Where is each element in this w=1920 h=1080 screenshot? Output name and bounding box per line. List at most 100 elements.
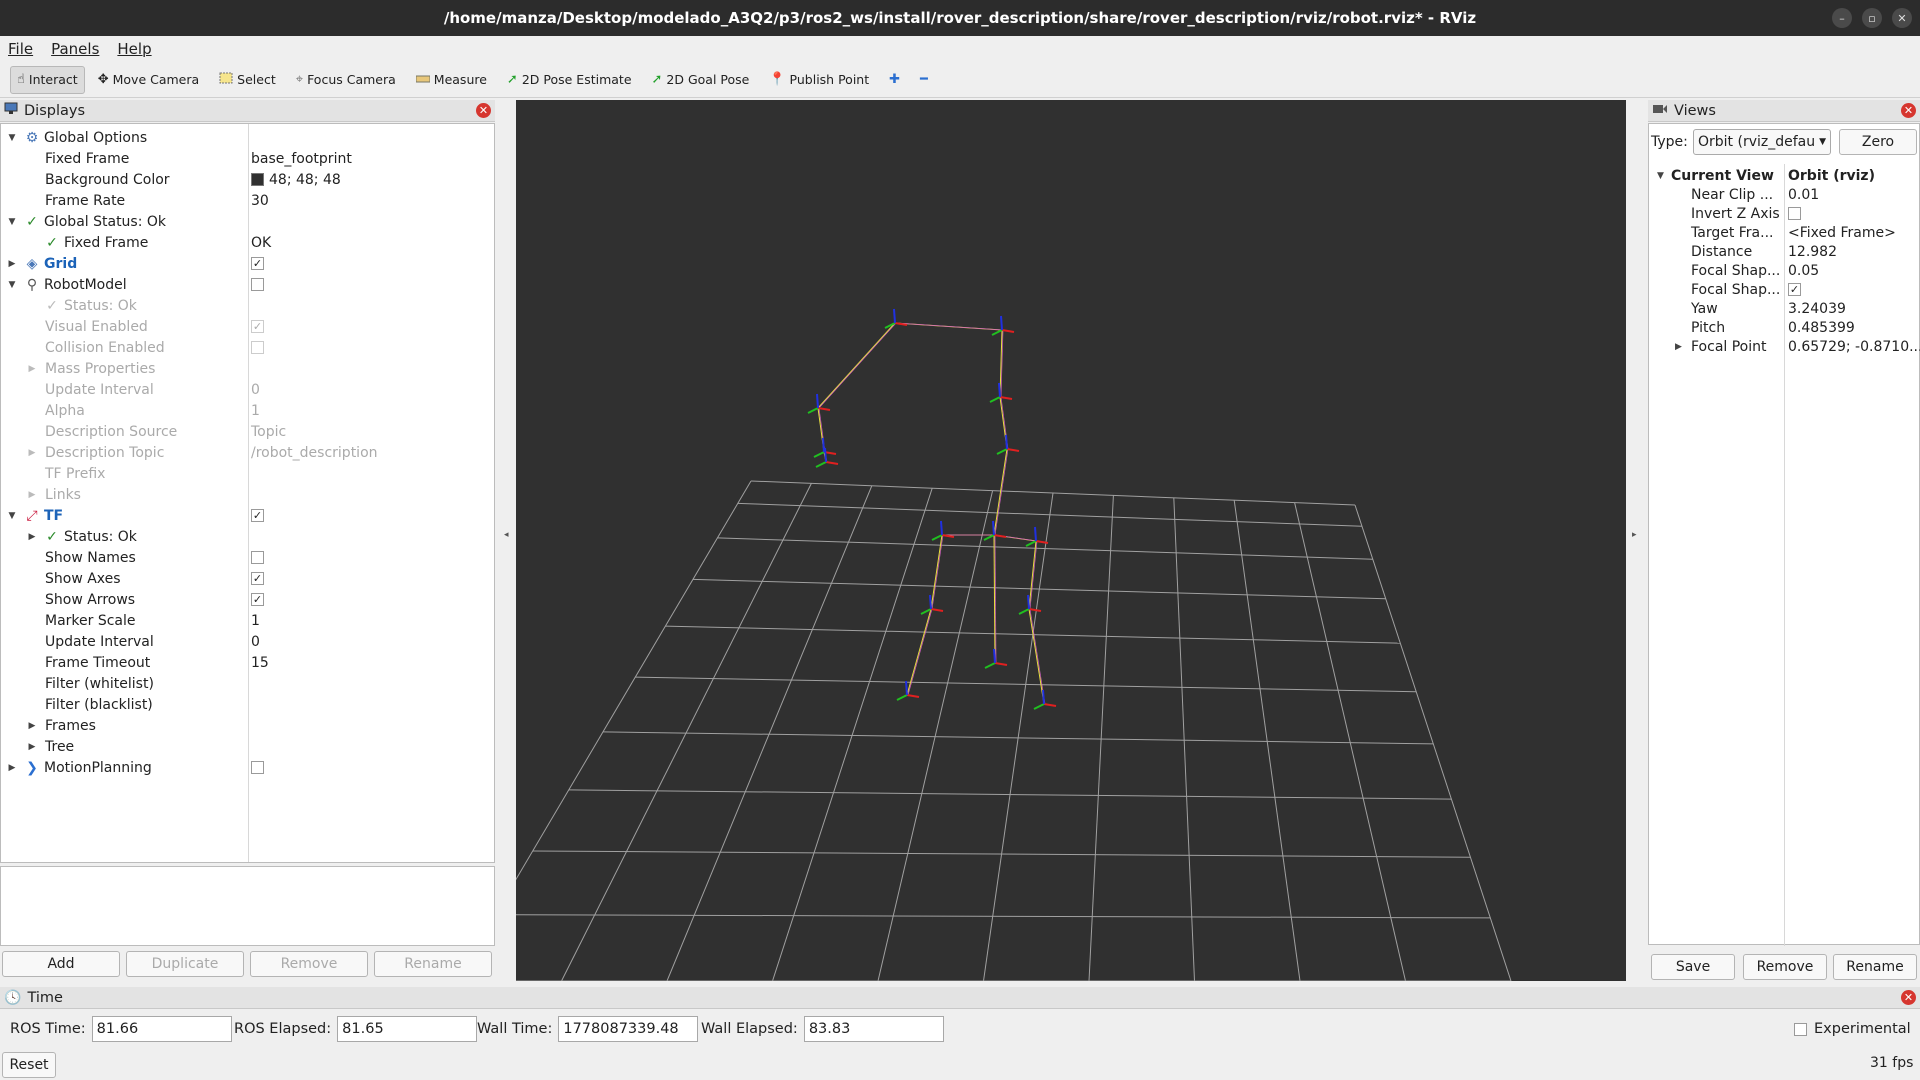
unchecked-checkbox[interactable] xyxy=(251,341,264,354)
experimental-toggle[interactable]: Experimental xyxy=(1794,1016,1911,1042)
display-tree-row[interactable]: Show Axes ✓ xyxy=(1,568,494,589)
display-row-value[interactable]: 1 xyxy=(251,403,260,419)
display-row-value[interactable]: 48; 48; 48 xyxy=(269,172,341,188)
unchecked-checkbox[interactable] xyxy=(1788,207,1801,220)
view-property-row[interactable]: Focal Shap... 0.05 xyxy=(1649,261,1920,280)
view-property-value[interactable]: Orbit (rviz) xyxy=(1788,168,1875,184)
view-property-row[interactable]: Invert Z Axis xyxy=(1649,204,1920,223)
view-property-row[interactable]: Target Fra... <Fixed Frame> xyxy=(1649,223,1920,242)
measure-tool[interactable]: Measure xyxy=(409,66,494,94)
rename-display-button[interactable]: Rename xyxy=(374,951,492,977)
display-row-value[interactable]: 0 xyxy=(251,382,260,398)
view-property-row[interactable]: ▼ Current View Orbit (rviz) xyxy=(1649,166,1920,185)
display-tree-row[interactable]: ✓ Fixed Frame OK xyxy=(1,232,494,253)
display-tree-row[interactable]: TF Prefix xyxy=(1,463,494,484)
close-window-button[interactable]: ✕ xyxy=(1892,8,1912,28)
checked-checkbox[interactable]: ✓ xyxy=(1788,283,1801,296)
display-tree-row[interactable]: Alpha 1 xyxy=(1,400,494,421)
checked-checkbox[interactable]: ✓ xyxy=(251,257,264,270)
display-tree-row[interactable]: Filter (whitelist) xyxy=(1,673,494,694)
expand-down-arrow-icon[interactable]: ▼ xyxy=(1657,171,1664,181)
display-row-value[interactable]: 30 xyxy=(251,193,269,209)
ros-elapsed-input[interactable]: 81.65 xyxy=(337,1016,478,1042)
display-row-value[interactable]: base_footprint xyxy=(251,151,352,167)
checked-checkbox[interactable]: ✓ xyxy=(251,593,264,606)
display-tree-row[interactable]: ▶ ❯ MotionPlanning xyxy=(1,757,494,778)
wall-elapsed-input[interactable]: 83.83 xyxy=(803,1016,944,1042)
display-tree-row[interactable]: Update Interval 0 xyxy=(1,379,494,400)
remove-tool-button[interactable]: ━ xyxy=(913,66,935,94)
display-tree-row[interactable]: ▼ ⤢ TF ✓ xyxy=(1,505,494,526)
expand-right-arrow-icon[interactable]: ▶ xyxy=(7,763,17,773)
view-property-row[interactable]: Near Clip ... 0.01 xyxy=(1649,185,1920,204)
expand-down-arrow-icon[interactable]: ▼ xyxy=(7,280,17,290)
close-panel-icon[interactable]: ✕ xyxy=(1901,103,1916,118)
add-display-button[interactable]: Add xyxy=(2,951,120,977)
experimental-checkbox[interactable] xyxy=(1794,1022,1807,1036)
expand-right-arrow-icon[interactable]: ▶ xyxy=(27,364,37,374)
display-tree-row[interactable]: ▼ ⚙ Global Options xyxy=(1,127,494,148)
display-tree-row[interactable]: ✓ Status: Ok xyxy=(1,295,494,316)
display-row-value[interactable]: OK xyxy=(251,235,271,251)
expand-right-arrow-icon[interactable]: ▶ xyxy=(27,532,37,542)
select-tool[interactable]: Select xyxy=(212,66,283,94)
checked-checkbox[interactable]: ✓ xyxy=(251,572,264,585)
display-tree-row[interactable]: Frame Rate 30 xyxy=(1,190,494,211)
unchecked-checkbox[interactable] xyxy=(251,761,264,774)
checked-checkbox[interactable]: ✓ xyxy=(251,509,264,522)
view-property-value[interactable]: 0.01 xyxy=(1788,187,1819,203)
display-tree-row[interactable]: ▶ Frames xyxy=(1,715,494,736)
display-tree-row[interactable]: Marker Scale 1 xyxy=(1,610,494,631)
expand-right-arrow-icon[interactable]: ▶ xyxy=(7,259,17,269)
display-tree-row[interactable]: ▶ Description Topic/robot_description xyxy=(1,442,494,463)
view-type-select[interactable]: Orbit (rviz_defau ▼ xyxy=(1693,129,1831,155)
collapse-right-handle[interactable]: ▸ xyxy=(1632,530,1637,540)
expand-down-arrow-icon[interactable]: ▼ xyxy=(7,217,17,227)
display-tree-row[interactable]: ▶ Mass Properties xyxy=(1,358,494,379)
display-tree-row[interactable]: ▶ Tree xyxy=(1,736,494,757)
expand-right-arrow-icon[interactable]: ▶ xyxy=(27,742,37,752)
display-tree-row[interactable]: ▶ ◈ Grid ✓ xyxy=(1,253,494,274)
display-row-value[interactable]: Topic xyxy=(251,424,286,440)
close-panel-icon[interactable]: ✕ xyxy=(476,103,491,118)
view-property-value[interactable]: 12.982 xyxy=(1788,244,1837,260)
display-tree-row[interactable]: Show Arrows ✓ xyxy=(1,589,494,610)
expand-right-arrow-icon[interactable]: ▶ xyxy=(27,490,37,500)
display-tree-row[interactable]: ▶ Links xyxy=(1,484,494,505)
collapse-left-handle[interactable]: ◂ xyxy=(504,530,509,540)
duplicate-display-button[interactable]: Duplicate xyxy=(126,951,244,977)
expand-right-arrow-icon[interactable]: ▶ xyxy=(1675,342,1682,352)
add-tool-button[interactable]: ✚ xyxy=(882,66,907,94)
expand-right-arrow-icon[interactable]: ▶ xyxy=(27,448,37,458)
pose-estimate-tool[interactable]: ➚ 2D Pose Estimate xyxy=(500,66,639,94)
expand-down-arrow-icon[interactable]: ▼ xyxy=(7,511,17,521)
remove-view-button[interactable]: Remove xyxy=(1743,954,1827,980)
3d-render-viewport[interactable] xyxy=(455,100,1626,982)
display-tree-row[interactable]: ▼ ⚲ RobotModel xyxy=(1,274,494,295)
color-swatch[interactable] xyxy=(251,173,264,186)
view-property-row[interactable]: Focal Shap... ✓ xyxy=(1649,280,1920,299)
view-property-value[interactable]: 0.485399 xyxy=(1788,320,1855,336)
display-tree-row[interactable]: ▼ ✓ Global Status: Ok xyxy=(1,211,494,232)
view-property-value[interactable]: 0.65729; -0.8710... xyxy=(1788,339,1920,355)
ros-time-input[interactable]: 81.66 xyxy=(91,1016,232,1042)
view-property-row[interactable]: Yaw 3.24039 xyxy=(1649,299,1920,318)
display-row-value[interactable]: /robot_description xyxy=(251,445,378,461)
display-row-value[interactable]: 1 xyxy=(251,613,260,629)
display-tree-row[interactable]: Collision Enabled xyxy=(1,337,494,358)
view-property-row[interactable]: Distance 12.982 xyxy=(1649,242,1920,261)
view-property-value[interactable]: <Fixed Frame> xyxy=(1788,225,1896,241)
display-tree-row[interactable]: Show Names xyxy=(1,547,494,568)
display-tree-row[interactable]: Frame Timeout 15 xyxy=(1,652,494,673)
zero-view-button[interactable]: Zero xyxy=(1839,129,1917,155)
goal-pose-tool[interactable]: ➚ 2D Goal Pose xyxy=(645,66,757,94)
display-tree-row[interactable]: Update Interval 0 xyxy=(1,631,494,652)
view-property-row[interactable]: ▶ Focal Point 0.65729; -0.8710... xyxy=(1649,337,1920,356)
menu-panels[interactable]: Panels xyxy=(51,40,99,58)
move-camera-tool[interactable]: ✥ Move Camera xyxy=(91,66,206,94)
publish-point-tool[interactable]: 📍 Publish Point xyxy=(762,66,876,94)
interact-tool[interactable]: ☝ Interact xyxy=(10,65,85,94)
display-tree-row[interactable]: ▶ ✓ Status: Ok xyxy=(1,526,494,547)
maximize-button[interactable]: ▫ xyxy=(1862,8,1882,28)
close-panel-icon[interactable]: ✕ xyxy=(1901,990,1916,1005)
